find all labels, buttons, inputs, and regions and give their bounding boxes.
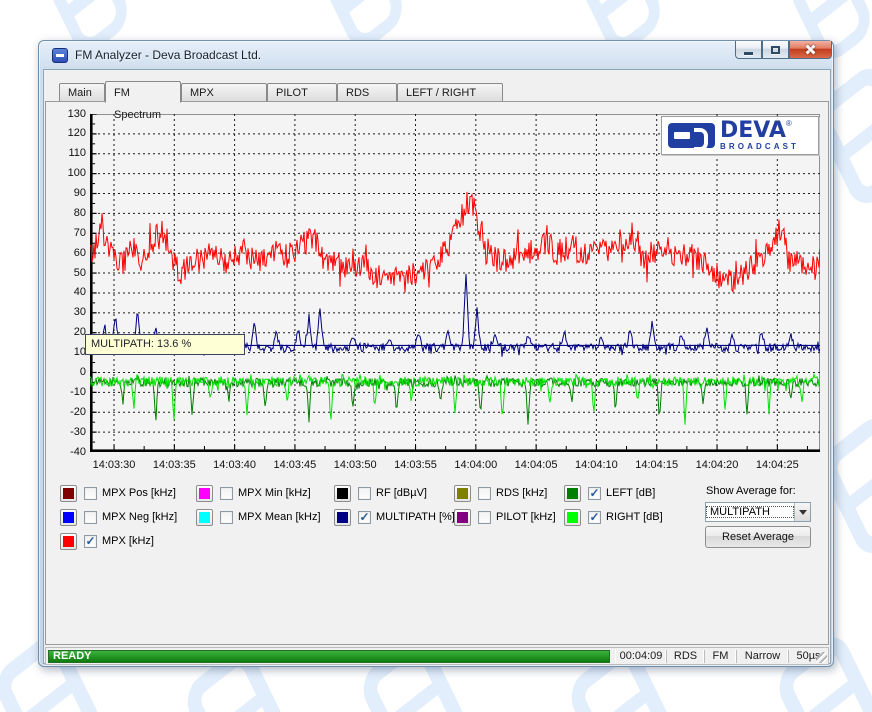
status-fm: FM (704, 650, 736, 663)
color-swatch[interactable] (196, 509, 213, 526)
deva-broadcast-logo: DEVA® BROADCAST (661, 116, 819, 155)
color-swatch[interactable] (60, 509, 77, 526)
logo-name: DEVA (720, 118, 786, 143)
legend-rf: RF [dBµV] (334, 484, 427, 502)
legend-mpx-mean: MPX Mean [kHz] (196, 508, 321, 526)
legend-pilot: PILOT [kHz] (454, 508, 556, 526)
status-rds: RDS (666, 650, 704, 663)
legend-right: ✓ RIGHT [dB] (564, 508, 663, 526)
checkbox-right[interactable]: ✓ (588, 511, 601, 524)
logo-subtitle: BROADCAST (720, 143, 799, 151)
chart-tooltip: MULTIPATH: 13.6 % (85, 334, 245, 355)
x-tick-label: 14:03:30 (85, 459, 143, 471)
tab-main[interactable]: Main (59, 83, 105, 102)
tab-pilot-level[interactable]: PILOT Level (267, 83, 337, 102)
color-swatch[interactable] (196, 485, 213, 502)
checkbox-mpx-min[interactable] (220, 487, 233, 500)
status-ready: READY (48, 650, 610, 663)
x-tick-label: 14:03:45 (266, 459, 324, 471)
checkbox-left[interactable]: ✓ (588, 487, 601, 500)
x-tick-label: 14:04:25 (748, 459, 806, 471)
x-tick-label: 14:03:50 (326, 459, 384, 471)
deva-db-icon (668, 123, 715, 148)
minimize-icon (744, 52, 753, 55)
title-bar[interactable]: FM Analyzer - Deva Broadcast Ltd. (39, 41, 833, 69)
app-window: FM Analyzer - Deva Broadcast Ltd. Main F… (38, 40, 834, 667)
maximize-button[interactable] (762, 41, 789, 59)
resize-grip[interactable] (816, 652, 827, 663)
window-title: FM Analyzer - Deva Broadcast Ltd. (75, 48, 261, 62)
legend-mpx-neg: MPX Neg [kHz] (60, 508, 177, 526)
y-tick-label: 90 (52, 187, 86, 199)
y-tick-label: 30 (52, 306, 86, 318)
status-elapsed-time: 00:04:09 (616, 650, 666, 663)
spectrum-chart[interactable]: 1301201101009080706050403020100-10-20-30… (90, 114, 820, 452)
show-average-label: Show Average for: (706, 485, 796, 497)
y-tick-label: 50 (52, 267, 86, 279)
tab-mpx-deviation[interactable]: MPX Deviation (181, 83, 267, 102)
tab-rds-level[interactable]: RDS Level (337, 83, 397, 102)
color-swatch[interactable] (564, 485, 581, 502)
status-bandwidth: Narrow (736, 650, 788, 663)
legend-multipath: ✓ MULTIPATH [%] (334, 508, 455, 526)
close-button[interactable] (789, 41, 832, 59)
y-tick-label: 60 (52, 247, 86, 259)
y-tick-label: -20 (52, 406, 86, 418)
minimize-button[interactable] (735, 41, 762, 59)
y-tick-label: 40 (52, 286, 86, 298)
y-tick-label: -40 (52, 446, 86, 458)
status-bar: READY 00:04:09 RDS FM Narrow 50µs (45, 647, 829, 665)
y-tick-label: -30 (52, 426, 86, 438)
color-swatch[interactable] (60, 485, 77, 502)
x-tick-label: 14:04:05 (507, 459, 565, 471)
show-average-select[interactable]: MULTIPATH (705, 502, 811, 522)
y-tick-label: 110 (52, 147, 86, 159)
color-swatch[interactable] (564, 509, 581, 526)
y-tick-label: 100 (52, 167, 86, 179)
checkbox-mpx-pos[interactable] (84, 487, 97, 500)
legend-left: ✓ LEFT [dB] (564, 484, 655, 502)
x-tick-label: 14:04:00 (447, 459, 505, 471)
legend-rds: RDS [kHz] (454, 484, 547, 502)
checkbox-mpx-neg[interactable] (84, 511, 97, 524)
color-swatch[interactable] (334, 485, 351, 502)
fm-spectrum-page: 1301201101009080706050403020100-10-20-30… (45, 101, 829, 645)
color-swatch[interactable] (454, 509, 471, 526)
color-swatch[interactable] (454, 485, 471, 502)
x-tick-label: 14:03:55 (387, 459, 445, 471)
close-icon (805, 44, 816, 55)
tab-fm-spectrum[interactable]: FM Spectrum (105, 81, 181, 103)
checkbox-rds[interactable] (478, 487, 491, 500)
chart-plot[interactable] (90, 114, 820, 452)
checkbox-pilot[interactable] (478, 511, 491, 524)
legend-mpx: ✓ MPX [kHz] (60, 532, 154, 550)
y-tick-label: 130 (52, 108, 86, 120)
y-tick-label: 70 (52, 227, 86, 239)
checkbox-multipath[interactable]: ✓ (358, 511, 371, 524)
x-tick-label: 14:04:10 (567, 459, 625, 471)
reset-average-button[interactable]: Reset Average (705, 526, 811, 548)
checkbox-mpx[interactable]: ✓ (84, 535, 97, 548)
checkbox-mpx-mean[interactable] (220, 511, 233, 524)
app-icon (52, 48, 68, 63)
x-tick-label: 14:04:20 (688, 459, 746, 471)
chevron-down-icon[interactable] (794, 503, 810, 521)
y-tick-label: 120 (52, 127, 86, 139)
x-tick-label: 14:03:35 (145, 459, 203, 471)
color-swatch[interactable] (334, 509, 351, 526)
y-tick-label: 20 (52, 326, 86, 338)
y-tick-label: -10 (52, 386, 86, 398)
color-swatch[interactable] (60, 533, 77, 550)
x-tick-label: 14:04:15 (628, 459, 686, 471)
tab-left-right-level[interactable]: LEFT / RIGHT Level (397, 83, 503, 102)
legend-mpx-pos: MPX Pos [kHz] (60, 484, 176, 502)
y-tick-label: 0 (52, 366, 86, 378)
maximize-icon (771, 46, 780, 54)
y-tick-label: 10 (52, 346, 86, 358)
y-tick-label: 80 (52, 207, 86, 219)
legend-mpx-min: MPX Min [kHz] (196, 484, 311, 502)
checkbox-rf[interactable] (358, 487, 371, 500)
logo-registered-mark: ® (786, 119, 792, 128)
x-tick-label: 14:03:40 (206, 459, 264, 471)
